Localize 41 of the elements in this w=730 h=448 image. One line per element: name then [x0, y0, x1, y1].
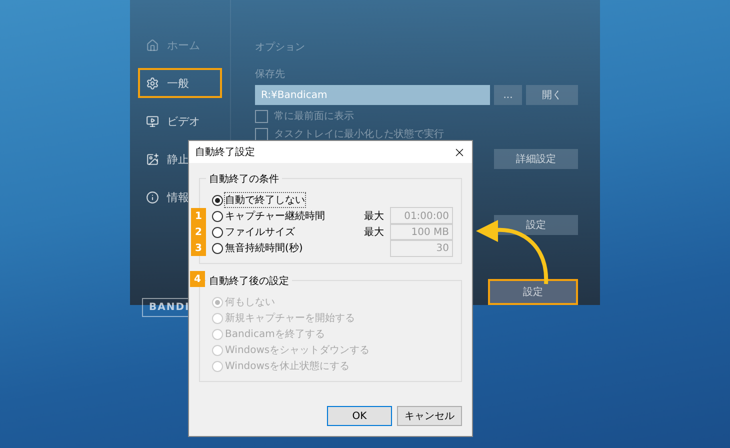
- sidebar-item[interactable]: ホーム: [138, 30, 222, 60]
- number-badge: 4: [190, 271, 205, 287]
- radio-label[interactable]: キャプチャー継続時間: [225, 209, 325, 223]
- dialog-title: 自動終了設定: [195, 146, 255, 159]
- number-badge: 2: [191, 224, 206, 240]
- group-title: 自動終了の条件: [206, 172, 282, 186]
- max-label: 最大: [364, 226, 384, 239]
- home-icon: [146, 38, 159, 52]
- checkbox-label: タスクトレイに最小化した状態で実行: [274, 128, 444, 142]
- radio-label[interactable]: ファイルサイズ: [225, 225, 295, 239]
- gear-icon: [146, 76, 159, 90]
- checkbox-label: 常に最前面に表示: [274, 110, 354, 124]
- sidebar-item[interactable]: 一般: [138, 68, 222, 98]
- video-icon: [146, 114, 159, 128]
- number-badge: 3: [191, 240, 206, 256]
- group-title: 自動終了後の設定: [206, 274, 292, 288]
- value-field[interactable]: 100 MB: [390, 223, 453, 241]
- radio-label[interactable]: 無音持続時間(秒): [225, 241, 303, 255]
- advanced-settings-button[interactable]: 詳細設定: [494, 149, 578, 170]
- max-label: 最大: [364, 210, 384, 223]
- image-icon: [146, 152, 159, 166]
- number-badge: 1: [191, 208, 206, 224]
- ok-button[interactable]: OK: [327, 406, 392, 426]
- info-icon: [146, 190, 159, 204]
- browse-button[interactable]: ...: [494, 85, 522, 106]
- field-label: 保存先: [255, 68, 286, 82]
- value-field[interactable]: 01:00:00: [390, 207, 453, 225]
- radio-button[interactable]: [212, 242, 223, 254]
- cancel-button[interactable]: キャンセル: [397, 406, 462, 426]
- radio-button[interactable]: [212, 194, 223, 206]
- value-field[interactable]: 30: [390, 239, 453, 257]
- settings-button[interactable]: 設定: [494, 214, 578, 235]
- open-button[interactable]: 開く: [526, 85, 578, 106]
- radio-button[interactable]: [212, 226, 223, 238]
- sidebar-item[interactable]: ビデオ: [138, 106, 222, 136]
- checkbox[interactable]: [255, 110, 268, 123]
- settings-button[interactable]: 設定: [488, 279, 578, 305]
- radio-button[interactable]: [212, 210, 223, 222]
- section-title: オプション: [255, 40, 306, 54]
- path-field[interactable]: R:¥Bandicam: [255, 85, 490, 106]
- radio-label[interactable]: 自動で終了しない: [225, 193, 305, 207]
